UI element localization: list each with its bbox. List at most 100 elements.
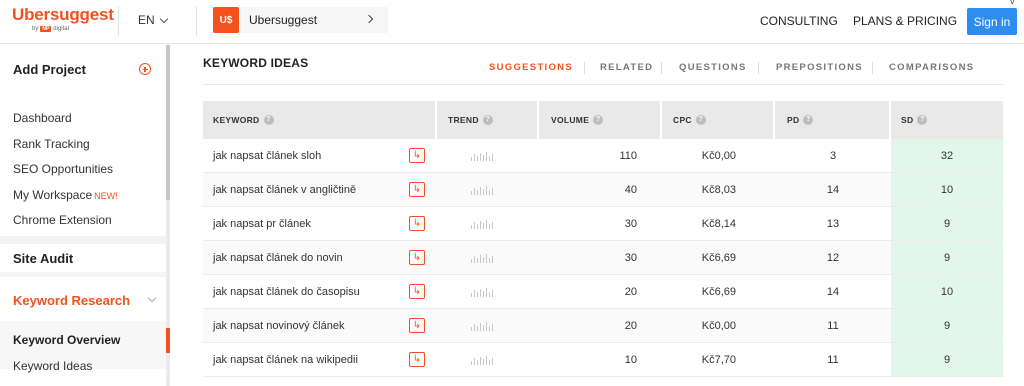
sidebar-item-my-workspace[interactable]: My Workspace NEW! (13, 188, 118, 202)
open-keyword-icon[interactable]: ↳ (409, 284, 425, 299)
trend-sparkline (471, 288, 493, 297)
tab-related[interactable]: RELATED (600, 62, 653, 73)
column-divider (435, 101, 437, 139)
sign-in-button[interactable]: Sign in (967, 8, 1017, 35)
ubersuggest-logo[interactable]: Ubersuggest by NP digital (12, 5, 114, 32)
table-row[interactable]: jak napsat článek sloh ↳ 110 Kč0,00 3 32 (203, 139, 1003, 173)
language-selector[interactable]: EN (138, 13, 168, 27)
table-row[interactable]: jak napsat článek v angličtině ↳ 40 Kč8,03 1… (203, 173, 1003, 207)
trend-bar (483, 189, 484, 195)
volume-cell: 10 (624, 354, 637, 366)
sd-cell: 10 (940, 184, 954, 196)
sidebar-item-dashboard[interactable]: Dashboard (13, 111, 72, 125)
cpc-cell: Kč7,70 (701, 354, 736, 366)
open-keyword-icon[interactable]: ↳ (409, 352, 425, 367)
title-divider (203, 84, 1003, 85)
caret-mark: ˅ (1010, 0, 1015, 7)
add-project-plus-icon[interactable] (139, 63, 151, 75)
tab-comparisons[interactable]: COMPARISONS (889, 62, 974, 73)
nav-plans-pricing-link[interactable]: PLANS & PRICING (853, 14, 957, 28)
pd-cell: 11 (827, 320, 839, 332)
table-row[interactable]: jak napsat článek do časopisu ↳ 20 Kč6,69 14… (203, 275, 1003, 309)
new-badge: NEW! (94, 191, 118, 201)
column-header-sd[interactable]: SD? (901, 115, 928, 125)
add-project-title[interactable]: Add Project (13, 62, 86, 77)
keyword-cell[interactable]: jak napsat článek sloh (213, 139, 321, 173)
trend-bar (492, 154, 493, 161)
column-header-trend[interactable]: TREND? (448, 115, 493, 125)
sidebar-item-rank-tracking[interactable]: Rank Tracking (13, 137, 90, 151)
trend-bar (471, 191, 472, 195)
trend-bar (489, 258, 490, 263)
keyword-cell[interactable]: jak napsat článek do časopisu (213, 275, 360, 309)
open-keyword-icon[interactable]: ↳ (409, 318, 425, 333)
help-icon[interactable]: ? (263, 115, 274, 125)
nav-consulting-link[interactable]: CONSULTING (760, 14, 838, 28)
table-row[interactable]: jak napsat pr článek ↳ 30 Kč8,14 13 9 (203, 207, 1003, 241)
trend-bar (486, 220, 487, 229)
trend-bar (480, 153, 481, 161)
trend-bar (474, 358, 475, 365)
keyword-cell[interactable]: jak napsat článek v angličtině (213, 173, 356, 207)
sidebar-scrollbar[interactable] (166, 45, 170, 386)
column-header-pd[interactable]: PD? (787, 115, 814, 125)
open-keyword-icon[interactable]: ↳ (409, 216, 425, 231)
column-header-label: SD (901, 115, 914, 125)
sidebar-item-keyword-ideas[interactable]: Keyword Ideas (13, 359, 92, 373)
pd-cell: 12 (826, 252, 840, 264)
column-header-volume[interactable]: VOLUME? (551, 115, 604, 125)
help-icon[interactable]: ? (695, 115, 706, 125)
volume-cell: 20 (624, 286, 637, 298)
trend-bar (471, 327, 472, 331)
volume-cell: 40 (624, 184, 637, 196)
trend-bar (474, 256, 475, 263)
tab-divider (584, 62, 585, 74)
column-divider (889, 101, 891, 139)
keyword-table: KEYWORD? TREND? VOLUME? CPC? PD? SD? jak… (203, 101, 1003, 377)
trend-bar (477, 156, 478, 161)
keyword-cell[interactable]: jak napsat článek do novin (213, 241, 343, 275)
chevron-down-icon (159, 14, 168, 23)
open-keyword-icon[interactable]: ↳ (409, 182, 425, 197)
column-divider (660, 101, 662, 139)
help-icon[interactable]: ? (917, 115, 928, 125)
sd-cell: 9 (943, 320, 951, 332)
trend-bar (480, 323, 481, 331)
table-row[interactable]: jak napsat novinový článek ↳ 20 Kč0,00 11 9 (203, 309, 1003, 343)
table-row[interactable]: jak napsat článek do novin ↳ 30 Kč6,69 12 9 (203, 241, 1003, 275)
keyword-cell[interactable]: jak napsat článek na wikipedii (213, 343, 358, 377)
trend-bar (483, 257, 484, 263)
open-keyword-icon[interactable]: ↳ (409, 250, 425, 265)
trend-bar (474, 324, 475, 331)
help-icon[interactable]: ? (803, 115, 814, 125)
tab-suggestions[interactable]: SUGGESTIONS (489, 62, 573, 73)
trend-bar (486, 322, 487, 331)
tab-questions[interactable]: QUESTIONS (679, 62, 747, 73)
top-navigation-bar: Ubersuggest by NP digital EN U$ Ubersugg… (0, 0, 1024, 44)
tab-prepositions[interactable]: PREPOSITIONS (776, 62, 863, 73)
table-row[interactable]: jak napsat článek na wikipedii ↳ 10 Kč7,70 1… (203, 343, 1003, 377)
column-header-cpc[interactable]: CPC? (673, 115, 706, 125)
sidebar-item-chrome-extension[interactable]: Chrome Extension (13, 213, 112, 227)
help-icon[interactable]: ? (593, 115, 604, 125)
sidebar-divider (0, 272, 166, 277)
help-icon[interactable]: ? (482, 115, 493, 125)
trend-bar (471, 157, 472, 161)
sidebar-item-keyword-overview[interactable]: Keyword Overview (13, 333, 120, 347)
keyword-research-title[interactable]: Keyword Research (13, 293, 130, 308)
column-header-label: KEYWORD (213, 115, 260, 125)
chevron-right-icon (364, 14, 374, 24)
trend-bar (480, 255, 481, 263)
project-selector[interactable]: U$ Ubersuggest (213, 7, 388, 33)
scrollbar-thumb[interactable] (166, 45, 170, 200)
keyword-cell[interactable]: jak napsat pr článek (213, 207, 311, 241)
pd-cell: 14 (826, 184, 840, 196)
trend-bar (489, 224, 490, 229)
sidebar-item-seo-opportunities[interactable]: SEO Opportunities (13, 162, 113, 176)
open-keyword-icon[interactable]: ↳ (409, 148, 425, 163)
keyword-cell[interactable]: jak napsat novinový článek (213, 309, 344, 343)
trend-bar (483, 325, 484, 331)
trend-bar (474, 154, 475, 161)
column-header-keyword[interactable]: KEYWORD? (213, 115, 274, 125)
site-audit-title[interactable]: Site Audit (13, 251, 73, 266)
